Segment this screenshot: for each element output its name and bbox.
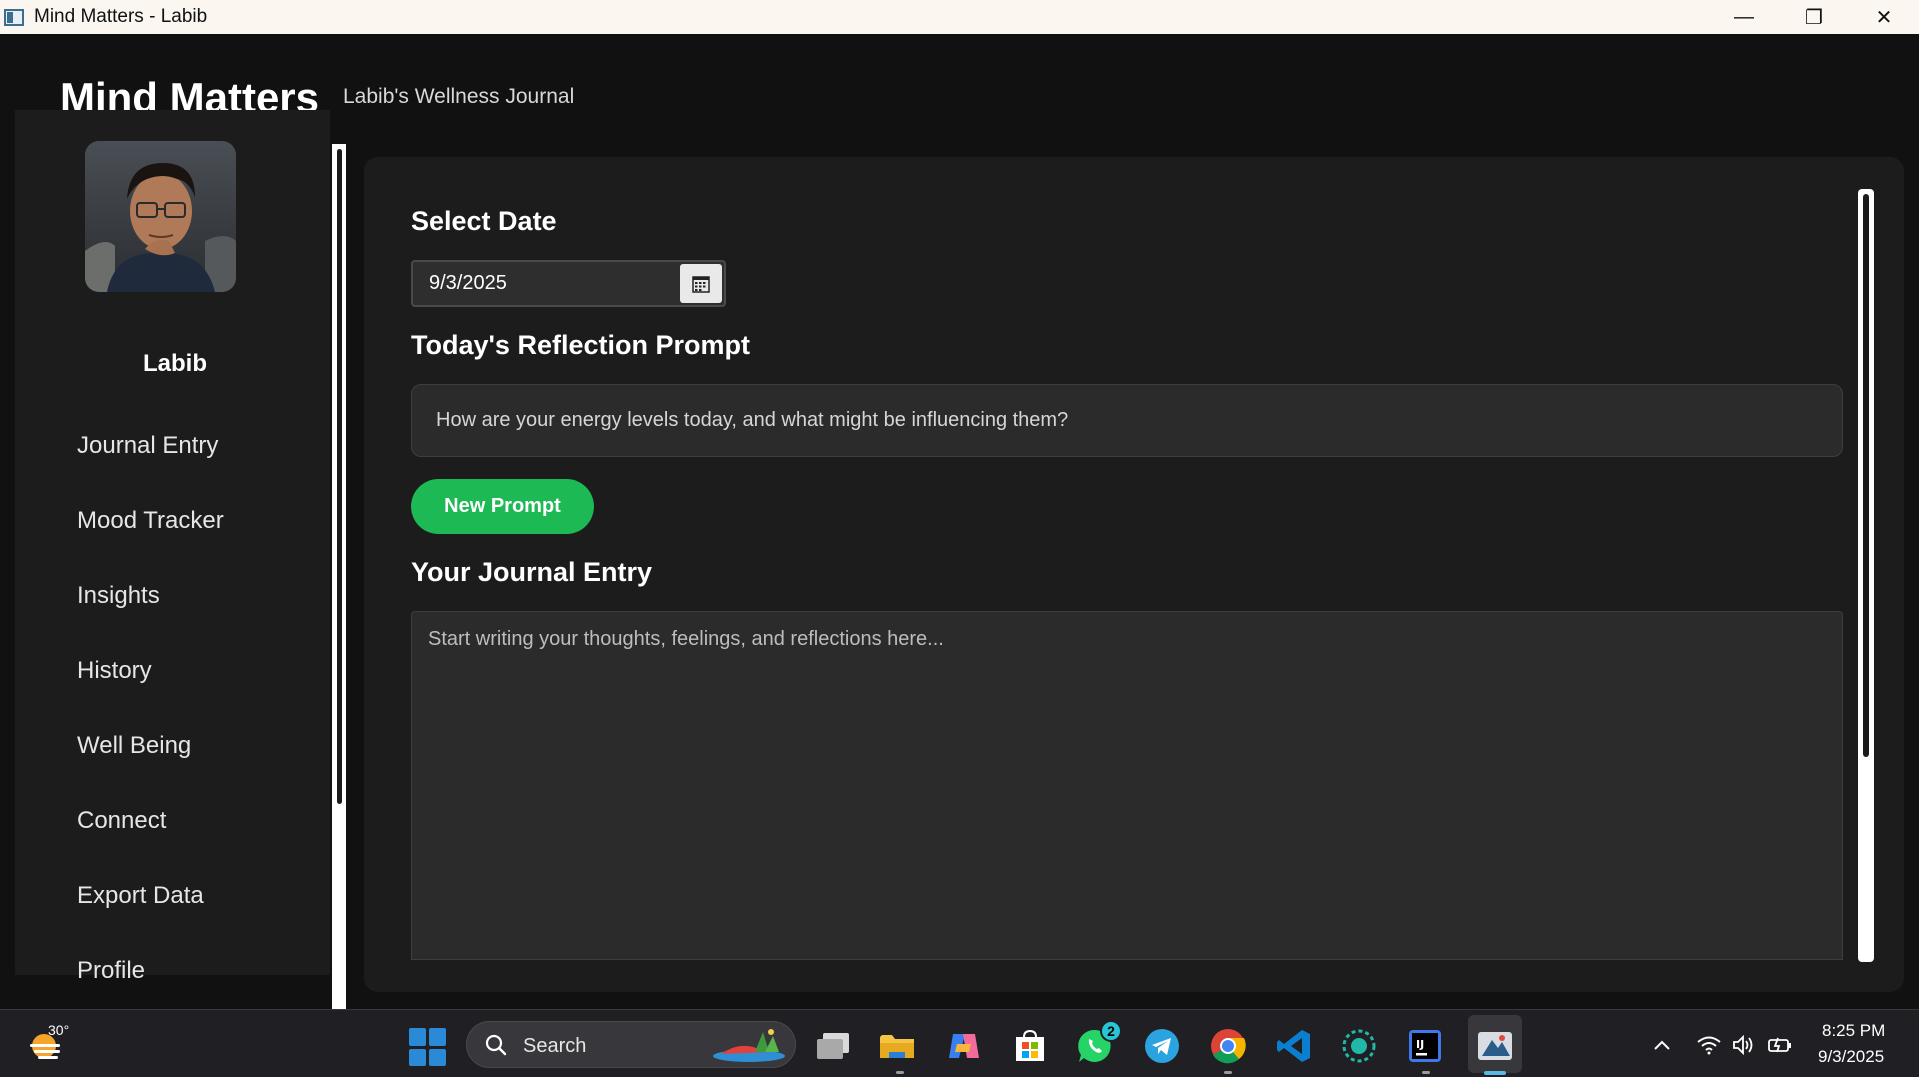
chevron-up-icon[interactable] — [1649, 1032, 1675, 1058]
file-explorer-icon[interactable] — [813, 1026, 853, 1066]
telegram-icon[interactable] — [1142, 1026, 1182, 1066]
window-titlebar: Mind Matters - Labib — ❐ ✕ — [0, 0, 1919, 34]
calendar-icon — [692, 275, 710, 293]
whatsapp-notification-badge: 2 — [1100, 1020, 1122, 1042]
minimize-button[interactable]: — — [1709, 0, 1779, 34]
app-subtitle: Labib's Wellness Journal — [343, 85, 575, 108]
reflection-prompt-box: How are your energy levels today, and wh… — [411, 384, 1843, 457]
chrome-running-indicator — [1224, 1071, 1232, 1074]
sidebar-item-journal-entry[interactable]: Journal Entry — [77, 432, 218, 460]
journal-entry-textarea[interactable]: Start writing your thoughts, feelings, a… — [411, 611, 1843, 960]
sidebar-item-history[interactable]: History — [77, 657, 152, 685]
sidebar-item-export-data[interactable]: Export Data — [77, 882, 204, 910]
reflection-prompt-text: How are your energy levels today, and wh… — [436, 409, 1069, 431]
folder-running-indicator — [896, 1071, 904, 1074]
screen-recorder-icon[interactable] — [1339, 1026, 1379, 1066]
sidebar-item-mood-tracker[interactable]: Mood Tracker — [77, 507, 224, 535]
weather-temperature: 30° — [48, 1022, 70, 1038]
avatar — [85, 141, 236, 292]
date-input[interactable]: 9/3/2025 — [429, 272, 507, 295]
journal-entry-placeholder: Start writing your thoughts, feelings, a… — [428, 628, 944, 650]
java-app-icon[interactable] — [1475, 1026, 1515, 1066]
sidebar-scrollbar-thumb[interactable] — [337, 149, 342, 804]
clock-date[interactable]: 9/3/2025 — [1818, 1047, 1884, 1067]
calendar-button[interactable] — [680, 264, 722, 303]
windows-logo-tile — [429, 1048, 446, 1066]
search-highlight-icon — [713, 1029, 785, 1062]
volume-icon[interactable] — [1731, 1032, 1757, 1058]
intellij-icon[interactable]: IJ — [1405, 1026, 1445, 1066]
minimize-icon: — — [1734, 5, 1754, 28]
journal-entry-heading: Your Journal Entry — [411, 557, 653, 587]
close-icon: ✕ — [1875, 6, 1893, 29]
copilot-icon[interactable] — [944, 1026, 984, 1066]
folder-icon[interactable] — [877, 1026, 917, 1066]
sidebar-item-well-being[interactable]: Well Being — [77, 732, 191, 760]
search-icon — [485, 1034, 507, 1056]
search-placeholder: Search — [523, 1035, 587, 1057]
chrome-icon[interactable] — [1208, 1026, 1248, 1066]
select-date-label: Select Date — [411, 206, 557, 236]
username: Labib — [143, 350, 207, 377]
battery-icon[interactable] — [1767, 1032, 1793, 1058]
window-controls: — ❐ ✕ — [1709, 0, 1919, 34]
windows-logo-tile — [409, 1048, 426, 1066]
clock-time[interactable]: 8:25 PM — [1822, 1021, 1885, 1041]
app-window-icon — [4, 8, 24, 26]
reflection-prompt-heading: Today's Reflection Prompt — [411, 330, 750, 360]
vscode-icon[interactable] — [1274, 1026, 1314, 1066]
main-scrollbar-thumb[interactable] — [1863, 194, 1869, 757]
sidebar-item-insights[interactable]: Insights — [77, 582, 160, 610]
restore-icon: ❐ — [1805, 6, 1823, 29]
window-title: Mind Matters - Labib — [34, 6, 208, 27]
taskbar-search[interactable]: Search — [466, 1021, 796, 1068]
sidebar-item-connect[interactable]: Connect — [77, 807, 166, 835]
restore-button[interactable]: ❐ — [1779, 0, 1849, 34]
taskbar: 30° Search 2 IJ 8:25 PM 9/3/2025 — [0, 1009, 1919, 1077]
close-window-button[interactable]: ✕ — [1849, 0, 1919, 34]
svg-text:IJ: IJ — [1416, 1038, 1424, 1051]
sidebar-item-profile[interactable]: Profile — [77, 957, 145, 985]
date-picker[interactable]: 9/3/2025 — [411, 260, 726, 307]
start-button[interactable] — [409, 1028, 447, 1066]
active-app-indicator — [1484, 1071, 1506, 1075]
intellij-running-indicator — [1422, 1071, 1430, 1074]
windows-logo-tile — [409, 1028, 426, 1046]
microsoft-store-icon[interactable] — [1010, 1026, 1050, 1066]
new-prompt-button[interactable]: New Prompt — [411, 479, 594, 534]
wifi-icon[interactable] — [1696, 1032, 1722, 1058]
windows-logo-tile — [429, 1028, 446, 1046]
